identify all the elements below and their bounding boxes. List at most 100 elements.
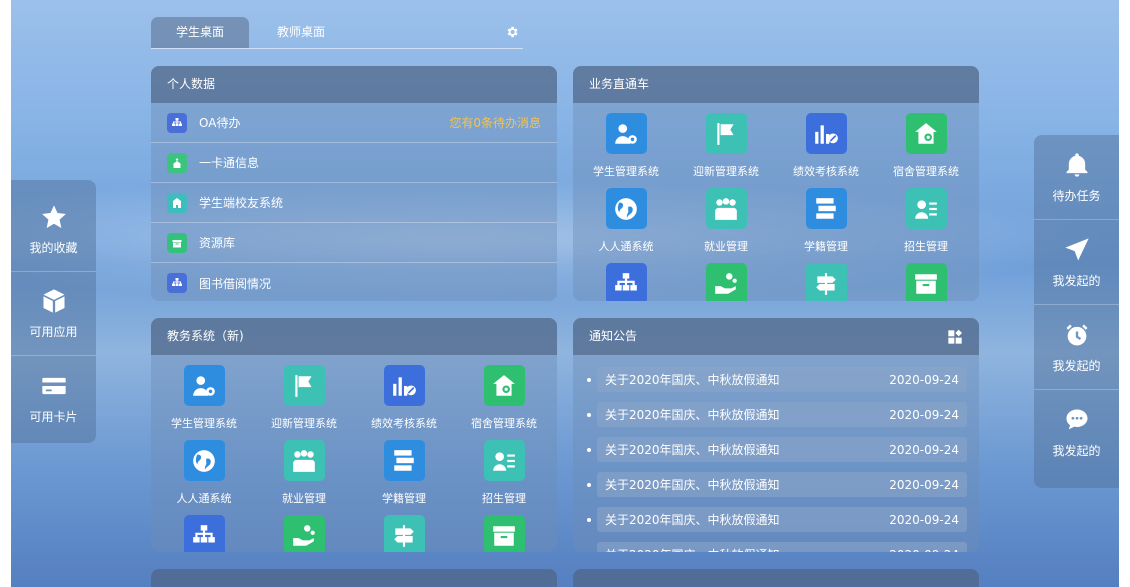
- app-tile[interactable]: 就业管理: [254, 440, 354, 515]
- app-tile[interactable]: 学生管理系统: [576, 113, 676, 188]
- notice-bar: 关于2020年国庆、中秋放假通知 2020-09-24: [597, 402, 967, 427]
- personal-list: OA待办 您有0条待办消息 一卡通信息 学生端校友系统 资源库图书借阅情况: [151, 103, 557, 301]
- personal-row[interactable]: OA待办 您有0条待办消息: [151, 103, 557, 143]
- app-icon-badge: [605, 113, 647, 154]
- app-label: 绩效考核系统: [371, 417, 437, 430]
- app-label: 就业管理: [704, 240, 748, 253]
- app-icon-badge: [483, 440, 525, 481]
- org-chart-icon: [172, 278, 182, 286]
- notice-date: 2020-09-24: [889, 477, 959, 492]
- right-dock: 待办任务 我发起的 我发起的 我发起的: [1034, 135, 1119, 488]
- app-tile[interactable]: 招生管理: [454, 440, 554, 515]
- row-icon-badge: [167, 192, 187, 213]
- notice-title: 关于2020年国庆、中秋放假通知: [605, 408, 780, 422]
- app-tile[interactable]: [776, 263, 876, 301]
- signpost-icon: [394, 524, 414, 547]
- app-tile[interactable]: 学籍管理: [776, 188, 876, 263]
- app-tile[interactable]: 人人通系统: [154, 440, 254, 515]
- box-icon: [172, 239, 182, 247]
- house-gear-icon: [493, 374, 515, 396]
- app-tile[interactable]: 迎新管理系统: [676, 113, 776, 188]
- id-card-icon: [493, 451, 515, 471]
- app-tile[interactable]: 宿舍管理系统: [454, 365, 554, 440]
- app-tile[interactable]: 学生管理系统: [154, 365, 254, 440]
- star-icon: [41, 205, 66, 228]
- app-tile[interactable]: [676, 263, 776, 301]
- notice-panel: 通知公告 关于2020年国庆、中秋放假通知 2020-09-24 关于2020年国庆…: [573, 318, 979, 552]
- dock-initiated-3[interactable]: 我发起的: [1034, 390, 1119, 475]
- dock-available-cards[interactable]: 可用卡片: [11, 356, 96, 440]
- education-app-grid: 学生管理系统 迎新管理系统 绩效考核系统 宿舍管理系统人人通系统 就业管理 学籍管理 招生管…: [151, 355, 557, 552]
- app-tile[interactable]: [876, 263, 976, 301]
- dock-initiated-1[interactable]: 我发起的: [1034, 220, 1119, 305]
- bullet-dot: [587, 377, 591, 382]
- notice-item[interactable]: 关于2020年国庆、中秋放假通知 2020-09-24: [587, 367, 967, 392]
- app-icon-badge: [805, 113, 847, 154]
- notice-item[interactable]: 关于2020年国庆、中秋放假通知 2020-09-24: [587, 402, 967, 427]
- id-card-icon: [915, 199, 937, 219]
- widgets-icon[interactable]: [947, 329, 963, 345]
- app-tile[interactable]: 人人通系统: [576, 188, 676, 263]
- app-tile[interactable]: 就业管理: [676, 188, 776, 263]
- dock-label: 待办任务: [1052, 188, 1101, 203]
- app-label: 学籍管理: [382, 492, 426, 505]
- bottom-panel-right: [573, 569, 979, 587]
- user-gear-icon: [193, 375, 215, 396]
- notice-date: 2020-09-24: [889, 512, 959, 527]
- notice-title: 关于2020年国庆、中秋放假通知: [605, 478, 780, 492]
- dock-label: 我发起的: [1052, 273, 1101, 288]
- tab-teacher-desktop[interactable]: 教师桌面: [256, 17, 346, 48]
- archive-icon: [493, 525, 515, 546]
- app-tile[interactable]: [576, 263, 676, 301]
- todo-count-link[interactable]: 您有0条待办消息: [449, 114, 541, 131]
- personal-row[interactable]: 学生端校友系统: [151, 183, 557, 223]
- alarm-clock-icon: [1066, 324, 1087, 345]
- app-tile[interactable]: 绩效考核系统: [354, 365, 454, 440]
- panel-title: 通知公告: [573, 318, 979, 355]
- row-icon-badge: [167, 112, 187, 133]
- app-tile[interactable]: 招生管理: [876, 188, 976, 263]
- app-tile[interactable]: [354, 515, 454, 552]
- dock-todo-tasks[interactable]: 待办任务: [1034, 135, 1119, 220]
- app-tile[interactable]: 迎新管理系统: [254, 365, 354, 440]
- personal-row[interactable]: 一卡通信息: [151, 143, 557, 183]
- notice-title: 关于2020年国庆、中秋放假通知: [605, 373, 780, 387]
- notice-list: 关于2020年国庆、中秋放假通知 2020-09-24 关于2020年国庆、中秋放假…: [573, 355, 979, 552]
- panel-header-cut: [573, 569, 979, 587]
- notice-item[interactable]: 关于2020年国庆、中秋放假通知 2020-09-24: [587, 507, 967, 532]
- app-tile[interactable]: 宿舍管理系统: [876, 113, 976, 188]
- notice-item[interactable]: 关于2020年国庆、中秋放假通知 2020-09-24: [587, 472, 967, 497]
- app-label: 学生管理系统: [171, 417, 237, 430]
- notice-item[interactable]: 关于2020年国庆、中秋放假通知 2020-09-24: [587, 437, 967, 462]
- notice-date: 2020-09-24: [889, 407, 959, 422]
- notice-item[interactable]: 关于2020年国庆、中秋放假通知 2020-09-24: [587, 542, 967, 552]
- dock-favorites[interactable]: 我的收藏: [11, 180, 96, 272]
- dock-initiated-2[interactable]: 我发起的: [1034, 305, 1119, 390]
- app-tile[interactable]: 绩效考核系统: [776, 113, 876, 188]
- dock-label: 可用卡片: [29, 409, 78, 424]
- people-icon: [293, 449, 315, 472]
- personal-row[interactable]: 图书借阅情况: [151, 263, 557, 301]
- dock-available-apps[interactable]: 可用应用: [11, 272, 96, 356]
- notice-bar: 关于2020年国庆、中秋放假通知 2020-09-24: [597, 437, 967, 462]
- row-icon-badge: [167, 232, 187, 253]
- app-label: 招生管理: [482, 492, 526, 505]
- app-icon-badge: [483, 515, 525, 552]
- row-label: 图书借阅情况: [199, 276, 272, 291]
- signpost-icon: [816, 272, 836, 295]
- panel-title: 个人数据: [151, 66, 557, 103]
- app-tile[interactable]: [454, 515, 554, 552]
- personal-data-panel: 个人数据 OA待办 您有0条待办消息 一卡通信息 学生端校友系统 资源库图书借阅情况: [151, 66, 557, 301]
- personal-row[interactable]: 资源库: [151, 223, 557, 263]
- row-icon-badge: [167, 273, 187, 293]
- tab-student-desktop[interactable]: 学生桌面: [151, 17, 249, 48]
- app-icon-badge: [383, 440, 425, 481]
- app-icon-badge: [605, 263, 647, 301]
- app-tile[interactable]: [154, 515, 254, 552]
- bell-icon: [1066, 152, 1087, 177]
- app-tile[interactable]: [254, 515, 354, 552]
- app-tile[interactable]: 学籍管理: [354, 440, 454, 515]
- education-panel: 教务系统（新) 学生管理系统 迎新管理系统 绩效考核系统 宿舍管理系统 人人通系统 就业管…: [151, 318, 557, 552]
- globe-icon: [615, 197, 637, 220]
- gear-icon[interactable]: [505, 25, 519, 39]
